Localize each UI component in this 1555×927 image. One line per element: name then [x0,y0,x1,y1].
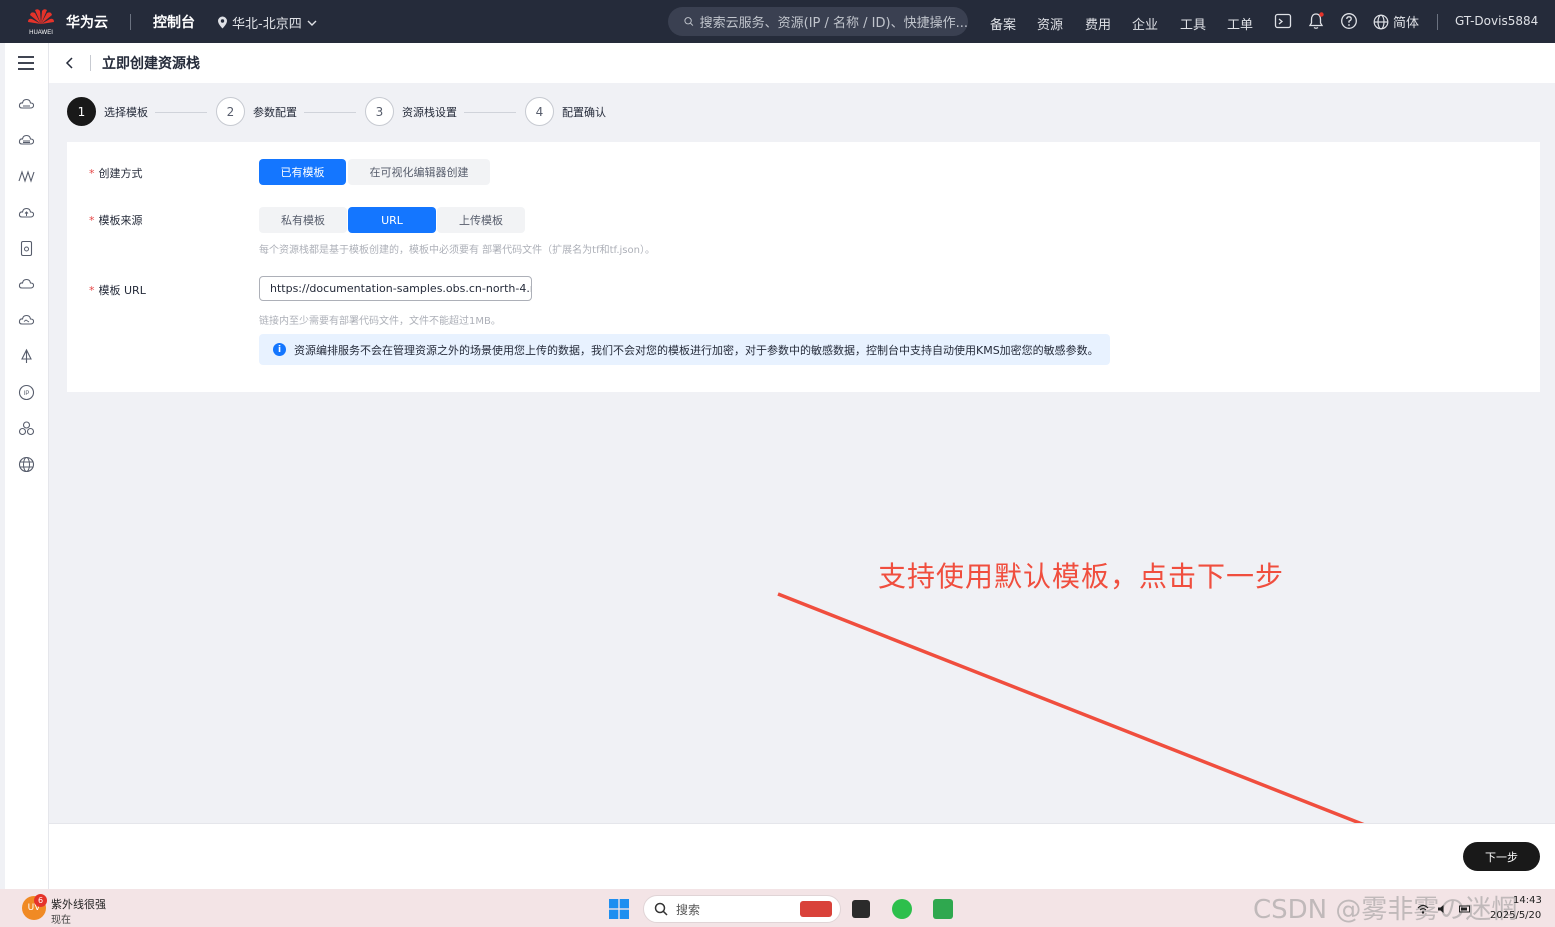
wifi-icon[interactable] [1417,903,1429,915]
csdn-watermark: CSDN @雾非雾の迷惘 [1253,895,1518,925]
wechat-icon[interactable] [892,899,912,919]
help-icon[interactable] [1340,12,1358,30]
deploy-icon[interactable] [18,348,35,365]
step-number: 3 [365,97,394,126]
cloud-upload-icon[interactable] [18,204,35,221]
step-connector [155,112,207,113]
required-asterisk: * [89,167,95,180]
region-label: 华北-北京四 [232,17,302,32]
cloud-icon[interactable] [18,276,35,293]
svg-text:HUAWEI: HUAWEI [29,30,53,36]
user-account-menu[interactable]: GT-Dovis5884 [1455,14,1538,28]
cloud-storage-icon[interactable] [18,132,35,149]
cluster-icon[interactable] [18,420,35,437]
template-url-input[interactable]: https://documentation-samples.obs.cn-nor… [259,276,532,301]
weather-subtitle: 现在 [51,915,71,926]
volume-icon[interactable] [1437,903,1449,915]
info-icon: i [273,343,286,356]
divider [130,14,131,30]
nav-link-tickets[interactable]: 工单 [1227,14,1253,33]
step-connector [304,112,356,113]
weather-badge: 6 [34,894,47,907]
step-parameter-config: 2 参数配置 [216,97,297,126]
clock-time[interactable]: 14:43 [1513,895,1542,906]
info-alert-text: 资源编排服务不会在管理资源之外的场景使用您上传的数据，我们不会对您的模板进行加密… [294,343,1099,357]
step-number: 2 [216,97,245,126]
info-alert: i 资源编排服务不会在管理资源之外的场景使用您上传的数据，我们不会对您的模板进行… [259,334,1110,365]
option-existing-template[interactable]: 已有模板 [259,159,346,185]
step-label: 资源栈设置 [402,105,457,119]
step-select-template: 1 选择模板 [67,97,148,126]
taskbar-search-label: 搜索 [676,902,701,917]
region-selector[interactable]: 华北-北京四 [217,13,318,32]
nav-link-tools[interactable]: 工具 [1180,14,1206,33]
clock-date[interactable]: 2025/5/20 [1490,910,1541,921]
divider [90,55,91,71]
globe-icon [1373,14,1389,29]
global-search-input[interactable]: 搜索云服务、资源(IP / 名称 / ID)、快捷操作... [668,7,968,36]
step-label: 配置确认 [562,105,606,119]
global-icon[interactable] [18,456,35,473]
page-header: 立即创建资源栈 [49,43,1555,83]
windows-start-icon[interactable] [609,899,629,919]
language-label: 简体 [1393,16,1420,31]
cloud-server-icon[interactable] [18,96,35,113]
location-pin-icon [218,16,227,29]
template-url-hint: 链接内至少需要有部署代码文件，文件不能超过1MB。 [259,316,501,327]
nav-link-billing[interactable]: 费用 [1085,14,1111,33]
search-placeholder: 搜索云服务、资源(IP / 名称 / ID)、快捷操作... [699,16,968,31]
required-asterisk: * [89,214,95,227]
annotation-arrow [777,592,1432,854]
hamburger-menu-icon[interactable] [17,55,35,71]
step-stack-settings: 3 资源栈设置 [365,97,457,126]
nav-link-enterprise[interactable]: 企业 [1132,14,1158,33]
step-label: 选择模板 [104,105,148,119]
create-method-label: * 创建方式 [89,167,143,180]
cloud-outline-icon[interactable] [18,312,35,329]
chevron-down-icon [307,20,317,26]
service-sidebar: IP [5,43,49,889]
taskbar-search[interactable]: 搜索 [643,895,841,923]
gift-icon [800,901,832,917]
task-view-icon[interactable] [852,900,870,918]
battery-icon[interactable] [1459,903,1471,915]
terminal-icon[interactable] [1274,12,1292,30]
option-visual-editor[interactable]: 在可视化编辑器创建 [348,159,490,185]
search-icon [684,17,694,26]
option-upload-template[interactable]: 上传模板 [437,207,525,233]
step-confirm-config: 4 配置确认 [525,97,606,126]
page-title: 立即创建资源栈 [102,56,200,72]
nav-link-filing[interactable]: 备案 [990,14,1016,33]
required-asterisk: * [89,284,95,297]
brand-name[interactable]: 华为云 [66,12,108,32]
huawei-logo[interactable]: HUAWEI [20,6,62,36]
weather-title[interactable]: 紫外线很强 [51,896,106,912]
back-arrow-icon[interactable] [63,55,77,71]
console-link[interactable]: 控制台 [153,12,195,32]
svg-text:IP: IP [24,391,30,397]
language-switcher[interactable]: 简体 [1373,12,1419,31]
document-icon[interactable] [18,240,35,257]
template-url-label: * 模板 URL [89,284,146,297]
top-navigation-bar: HUAWEI 华为云 控制台 华北-北京四 搜索云服务、资源(IP / 名称 /… [0,0,1555,43]
windows-taskbar: UV 6 紫外线很强 现在 搜索 CSDN @雾非雾の迷惘 14:43 2025… [0,889,1555,927]
divider [1437,14,1438,30]
step-number: 4 [525,97,554,126]
remote-desktop-icon[interactable] [933,899,953,919]
option-private-template[interactable]: 私有模板 [259,207,347,233]
search-icon [654,902,668,916]
template-source-hint: 每个资源栈都是基于模板创建的，模板中必须要有 部署代码文件（扩展名为tf和tf.… [259,245,655,256]
bell-icon[interactable] [1307,12,1325,30]
page-footer [49,823,1555,889]
nav-link-resources[interactable]: 资源 [1037,14,1063,33]
step-number: 1 [67,97,96,126]
next-step-button[interactable]: 下一步 [1463,842,1540,871]
step-connector [464,112,516,113]
step-label: 参数配置 [253,105,297,119]
ip-icon[interactable]: IP [18,384,35,401]
template-source-label: * 模板来源 [89,214,143,227]
option-url[interactable]: URL [348,207,436,233]
network-icon[interactable] [18,168,35,185]
